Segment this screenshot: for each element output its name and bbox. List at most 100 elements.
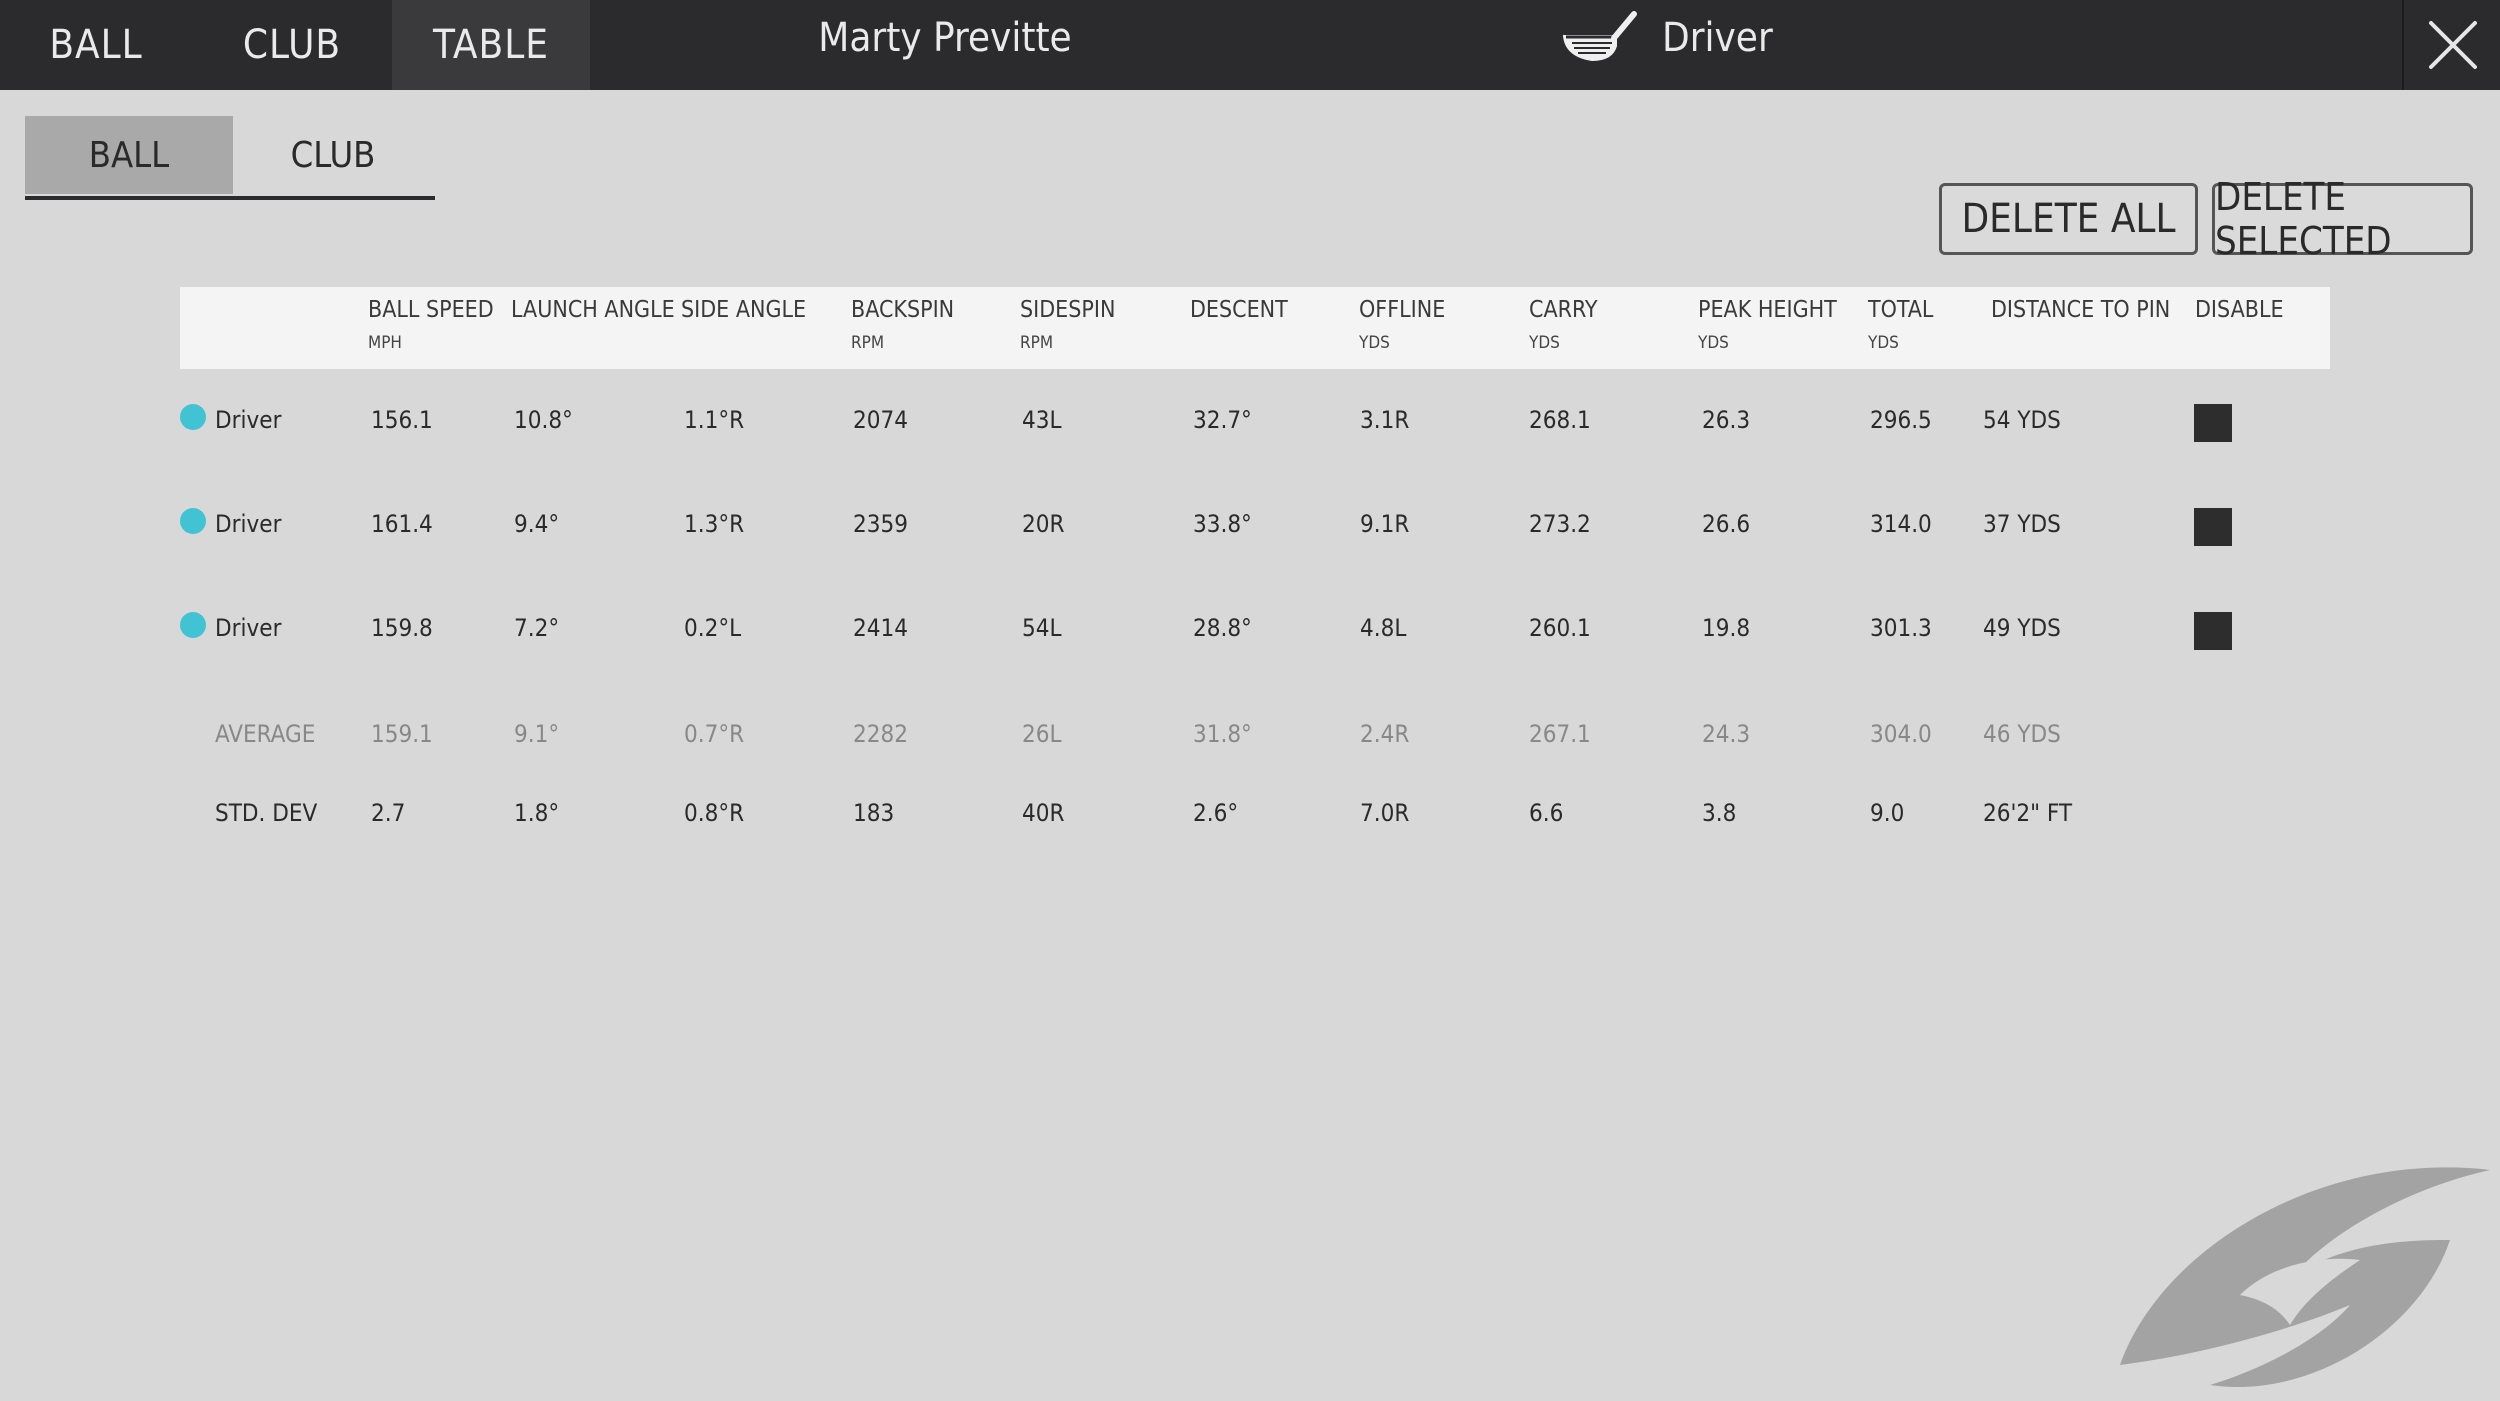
delete-selected-button[interactable]: DELETE SELECTED xyxy=(2212,175,2473,263)
avg-launch-angle: 9.1° xyxy=(514,720,560,748)
side-angle-value: 0.2°L xyxy=(684,614,742,642)
col-sidespin: SIDESPIN RPM xyxy=(1020,297,1115,353)
backspin-value: 2074 xyxy=(853,406,908,434)
disable-checkbox[interactable] xyxy=(2194,508,2232,546)
disable-checkbox[interactable] xyxy=(2194,612,2232,650)
offline-value: 3.1R xyxy=(1360,406,1410,434)
total-value: 296.5 xyxy=(1870,406,1932,434)
descent-value: 28.8° xyxy=(1193,614,1252,642)
std-carry: 6.6 xyxy=(1529,799,1564,827)
sidespin-value: 43L xyxy=(1022,406,1062,434)
carry-value: 268.1 xyxy=(1529,406,1591,434)
carry-value: 273.2 xyxy=(1529,510,1591,538)
avg-carry: 267.1 xyxy=(1529,720,1591,748)
table-row[interactable]: Driver 161.4 9.4° 1.3°R 2359 20R 33.8° 9… xyxy=(0,496,2500,556)
distance-to-pin-value: 37 YDS xyxy=(1983,510,2061,538)
peak-height-value: 26.3 xyxy=(1702,406,1751,434)
col-offline: OFFLINE YDS xyxy=(1359,297,1445,353)
std-distance-to-pin: 26'2" FT xyxy=(1983,799,2073,827)
club-name: Driver xyxy=(1662,14,1773,61)
close-icon xyxy=(2429,21,2477,69)
col-label: SIDESPIN xyxy=(1020,297,1116,323)
total-value: 314.0 xyxy=(1870,510,1932,538)
std-dev-label: STD. DEV xyxy=(215,799,318,827)
side-angle-value: 1.3°R xyxy=(684,510,745,538)
col-label: CARRY xyxy=(1529,297,1598,323)
sidespin-value: 20R xyxy=(1022,510,1065,538)
col-launch-angle: LAUNCH ANGLE xyxy=(511,297,675,323)
side-angle-value: 1.1°R xyxy=(684,406,745,434)
table-row[interactable]: Driver 156.1 10.8° 1.1°R 2074 43L 32.7° … xyxy=(0,392,2500,452)
disable-checkbox[interactable] xyxy=(2194,404,2232,442)
std-peak-height: 3.8 xyxy=(1702,799,1737,827)
peak-height-value: 19.8 xyxy=(1702,614,1751,642)
std-offline: 7.0R xyxy=(1360,799,1410,827)
descent-value: 33.8° xyxy=(1193,510,1252,538)
col-label: BALL SPEED xyxy=(368,297,494,323)
col-label: DESCENT xyxy=(1190,297,1288,323)
col-label: TOTAL xyxy=(1868,297,1934,323)
average-label: AVERAGE xyxy=(215,720,316,748)
average-row: AVERAGE 159.1 9.1° 0.7°R 2282 26L 31.8° … xyxy=(0,706,2500,766)
delete-all-button[interactable]: DELETE ALL xyxy=(1939,183,2198,255)
col-backspin: BACKSPIN RPM xyxy=(851,297,954,353)
shot-club: Driver xyxy=(215,510,282,538)
tab-table[interactable]: TABLE xyxy=(392,0,590,90)
avg-sidespin: 26L xyxy=(1022,720,1062,748)
avg-total: 304.0 xyxy=(1870,720,1932,748)
col-unit: YDS xyxy=(1698,333,1729,353)
driver-club-icon xyxy=(1562,11,1637,62)
shot-club: Driver xyxy=(215,614,282,642)
col-label: BACKSPIN xyxy=(851,297,955,323)
close-button[interactable] xyxy=(2402,0,2500,90)
distance-to-pin-value: 49 YDS xyxy=(1983,614,2061,642)
table-header: BALL SPEED MPH LAUNCH ANGLE SIDE ANGLE BA… xyxy=(180,287,2330,369)
col-label: DISTANCE TO PIN xyxy=(1991,297,2171,323)
avg-distance-to-pin: 46 YDS xyxy=(1983,720,2061,748)
col-label: LAUNCH ANGLE xyxy=(511,297,675,323)
tab-club[interactable]: CLUB xyxy=(192,0,392,90)
col-label: DISABLE xyxy=(2195,297,2284,323)
std-launch-angle: 1.8° xyxy=(514,799,560,827)
col-side-angle: SIDE ANGLE xyxy=(681,297,806,323)
sub-tabs: BALL CLUB xyxy=(25,116,435,202)
col-label: SIDE ANGLE xyxy=(681,297,807,323)
ball-speed-value: 156.1 xyxy=(371,406,433,434)
col-descent: DESCENT xyxy=(1190,297,1288,323)
col-ball-speed: BALL SPEED MPH xyxy=(368,297,494,353)
avg-backspin: 2282 xyxy=(853,720,908,748)
col-total: TOTAL YDS xyxy=(1868,297,1933,353)
tab-ball[interactable]: BALL xyxy=(0,0,192,90)
shot-club: Driver xyxy=(215,406,282,434)
backspin-value: 2414 xyxy=(853,614,908,642)
offline-value: 4.8L xyxy=(1360,614,1407,642)
offline-value: 9.1R xyxy=(1360,510,1410,538)
col-carry: CARRY YDS xyxy=(1529,297,1598,353)
brand-eye-logo xyxy=(2120,1167,2490,1388)
std-sidespin: 40R xyxy=(1022,799,1065,827)
col-label: PEAK HEIGHT xyxy=(1698,297,1837,323)
col-peak-height: PEAK HEIGHT YDS xyxy=(1698,297,1837,353)
launch-angle-value: 9.4° xyxy=(514,510,560,538)
club-color-dot xyxy=(180,404,206,430)
carry-value: 260.1 xyxy=(1529,614,1591,642)
total-value: 301.3 xyxy=(1870,614,1932,642)
std-backspin: 183 xyxy=(853,799,895,827)
col-unit: RPM xyxy=(1020,333,1054,353)
ball-speed-value: 161.4 xyxy=(371,510,433,538)
std-dev-row: STD. DEV 2.7 1.8° 0.8°R 183 40R 2.6° 7.0… xyxy=(0,785,2500,845)
subtab-ball[interactable]: BALL xyxy=(25,116,233,194)
launch-angle-value: 7.2° xyxy=(514,614,560,642)
subtab-underline xyxy=(25,196,435,200)
col-unit: YDS xyxy=(1529,333,1560,353)
std-total: 9.0 xyxy=(1870,799,1905,827)
col-unit: MPH xyxy=(368,333,402,353)
std-ball-speed: 2.7 xyxy=(371,799,406,827)
table-row[interactable]: Driver 159.8 7.2° 0.2°L 2414 54L 28.8° 4… xyxy=(0,600,2500,660)
ball-speed-value: 159.8 xyxy=(371,614,433,642)
subtab-club[interactable]: CLUB xyxy=(233,116,433,194)
col-label: OFFLINE xyxy=(1359,297,1446,323)
descent-value: 32.7° xyxy=(1193,406,1252,434)
col-disable: DISABLE xyxy=(2195,297,2284,323)
avg-side-angle: 0.7°R xyxy=(684,720,745,748)
